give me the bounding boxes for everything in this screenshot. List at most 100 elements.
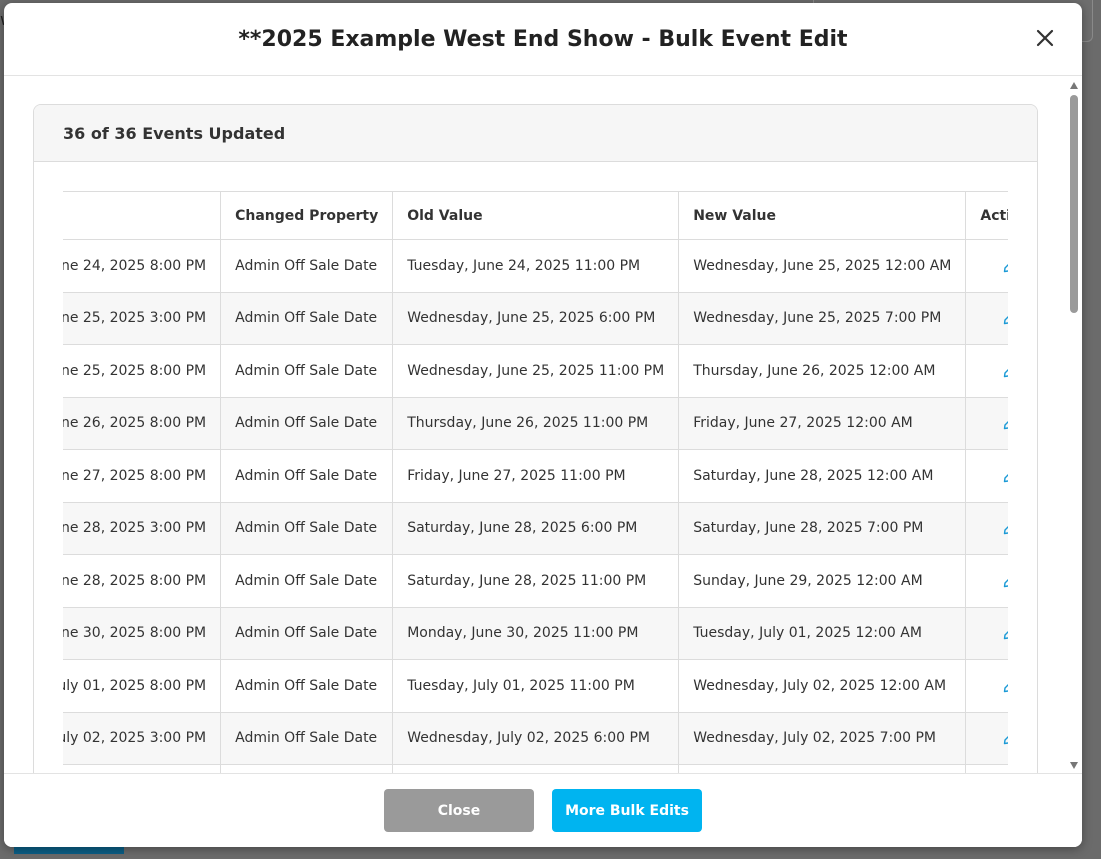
cell-old-value: Tuesday, July 01, 2025 11:00 PM — [392, 659, 680, 713]
bulk-edit-modal: **2025 Example West End Show - Bulk Even… — [4, 3, 1082, 847]
cell-changed-property: Admin Off Sale Date — [220, 659, 394, 713]
cell-new-value — [678, 764, 967, 773]
close-button[interactable]: Close — [384, 789, 534, 832]
cell-new-value: Friday, June 27, 2025 12:00 AM — [678, 396, 967, 450]
modal-title: **2025 Example West End Show - Bulk Even… — [238, 26, 848, 52]
cell-changed-property: Admin Off Sale Date — [220, 606, 394, 660]
table-row: Wednesday, June 25, 2025 3:00 PMAdmin Of… — [63, 291, 1008, 345]
scrollbar-thumb[interactable] — [1070, 95, 1078, 313]
pencil-icon[interactable] — [1003, 259, 1008, 273]
cell-new-value: Saturday, June 28, 2025 7:00 PM — [678, 501, 967, 555]
cell-actions — [965, 711, 1008, 765]
cell-old-value — [392, 764, 680, 773]
cell-new-value: Wednesday, June 25, 2025 12:00 AM — [678, 239, 967, 293]
cell-event-date: Wednesday, July 02, 2025 3:00 PM — [63, 711, 222, 765]
cell-actions — [965, 239, 1008, 293]
cell-event-date — [63, 764, 222, 773]
cell-event-date: Wednesday, June 25, 2025 8:00 PM — [63, 344, 222, 398]
table-row: Monday, June 30, 2025 8:00 PMAdmin Off S… — [63, 606, 1008, 660]
cell-actions — [965, 396, 1008, 450]
cell-event-date: Saturday, June 28, 2025 3:00 PM — [63, 501, 222, 555]
table-scroll-area[interactable]: Changed Property Old Value New Value Act… — [63, 191, 1008, 773]
cell-event-date: Wednesday, June 25, 2025 3:00 PM — [63, 291, 222, 345]
cell-new-value: Wednesday, July 02, 2025 7:00 PM — [678, 711, 967, 765]
panel-header: 36 of 36 Events Updated — [34, 105, 1037, 162]
cell-new-value: Saturday, June 28, 2025 12:00 AM — [678, 449, 967, 503]
header-event-date — [63, 191, 222, 240]
table-row — [63, 764, 1008, 773]
cell-old-value: Tuesday, June 24, 2025 11:00 PM — [392, 239, 680, 293]
pencil-icon[interactable] — [1003, 521, 1008, 535]
table-header-row: Changed Property Old Value New Value Act… — [63, 191, 1008, 240]
cell-actions — [965, 501, 1008, 555]
cell-old-value: Monday, June 30, 2025 11:00 PM — [392, 606, 680, 660]
changes-table: Changed Property Old Value New Value Act… — [63, 191, 1008, 773]
cell-changed-property: Admin Off Sale Date — [220, 239, 394, 293]
panel-title: 36 of 36 Events Updated — [63, 123, 286, 143]
pencil-icon[interactable] — [1003, 731, 1008, 745]
cell-new-value: Wednesday, July 02, 2025 12:00 AM — [678, 659, 967, 713]
pencil-icon[interactable] — [1003, 469, 1008, 483]
cell-changed-property: Admin Off Sale Date — [220, 501, 394, 555]
cell-old-value: Friday, June 27, 2025 11:00 PM — [392, 449, 680, 503]
header-new-value: New Value — [678, 191, 967, 240]
cell-old-value: Saturday, June 28, 2025 6:00 PM — [392, 501, 680, 555]
cell-actions — [965, 764, 1008, 773]
cell-old-value: Wednesday, July 02, 2025 6:00 PM — [392, 711, 680, 765]
results-panel: 36 of 36 Events Updated Changed Property… — [33, 104, 1038, 773]
header-changed-property: Changed Property — [220, 191, 394, 240]
cell-new-value: Wednesday, June 25, 2025 7:00 PM — [678, 291, 967, 345]
modal-header: **2025 Example West End Show - Bulk Even… — [4, 3, 1082, 76]
cell-actions — [965, 449, 1008, 503]
cell-old-value: Wednesday, June 25, 2025 6:00 PM — [392, 291, 680, 345]
cell-changed-property: Admin Off Sale Date — [220, 344, 394, 398]
cell-event-date: Friday, June 27, 2025 8:00 PM — [63, 449, 222, 503]
cell-changed-property: Admin Off Sale Date — [220, 396, 394, 450]
pencil-icon[interactable] — [1003, 416, 1008, 430]
cell-changed-property: Admin Off Sale Date — [220, 291, 394, 345]
pencil-icon[interactable] — [1003, 626, 1008, 640]
cell-new-value: Thursday, June 26, 2025 12:00 AM — [678, 344, 967, 398]
modal-body: 36 of 36 Events Updated Changed Property… — [4, 77, 1066, 773]
scroll-down-arrow-icon[interactable] — [1070, 762, 1078, 769]
cell-actions — [965, 344, 1008, 398]
pencil-icon[interactable] — [1003, 679, 1008, 693]
cell-event-date: Tuesday, June 24, 2025 8:00 PM — [63, 239, 222, 293]
pencil-icon[interactable] — [1003, 364, 1008, 378]
cell-old-value: Wednesday, June 25, 2025 11:00 PM — [392, 344, 680, 398]
table-row: Tuesday, June 24, 2025 8:00 PMAdmin Off … — [63, 239, 1008, 293]
table-row: Tuesday, July 01, 2025 8:00 PMAdmin Off … — [63, 659, 1008, 713]
header-old-value: Old Value — [392, 191, 680, 240]
table-row: Thursday, June 26, 2025 8:00 PMAdmin Off… — [63, 396, 1008, 450]
table-row: Wednesday, July 02, 2025 3:00 PMAdmin Of… — [63, 711, 1008, 765]
cell-old-value: Saturday, June 28, 2025 11:00 PM — [392, 554, 680, 608]
table-row: Friday, June 27, 2025 8:00 PMAdmin Off S… — [63, 449, 1008, 503]
more-bulk-edits-button[interactable]: More Bulk Edits — [552, 789, 702, 832]
cell-event-date: Tuesday, July 01, 2025 8:00 PM — [63, 659, 222, 713]
cell-event-date: Saturday, June 28, 2025 8:00 PM — [63, 554, 222, 608]
cell-changed-property — [220, 764, 394, 773]
cell-new-value: Sunday, June 29, 2025 12:00 AM — [678, 554, 967, 608]
pencil-icon[interactable] — [1003, 574, 1008, 588]
cell-event-date: Monday, June 30, 2025 8:00 PM — [63, 606, 222, 660]
cell-actions — [965, 554, 1008, 608]
table-row: Saturday, June 28, 2025 3:00 PMAdmin Off… — [63, 501, 1008, 555]
close-icon[interactable] — [1034, 27, 1056, 49]
cell-changed-property: Admin Off Sale Date — [220, 449, 394, 503]
cell-actions — [965, 606, 1008, 660]
cell-new-value: Tuesday, July 01, 2025 12:00 AM — [678, 606, 967, 660]
cell-event-date: Thursday, June 26, 2025 8:00 PM — [63, 396, 222, 450]
cell-actions — [965, 291, 1008, 345]
table-row: Saturday, June 28, 2025 8:00 PMAdmin Off… — [63, 554, 1008, 608]
modal-footer: Close More Bulk Edits — [4, 773, 1082, 847]
table-row: Wednesday, June 25, 2025 8:00 PMAdmin Of… — [63, 344, 1008, 398]
cell-changed-property: Admin Off Sale Date — [220, 711, 394, 765]
cell-changed-property: Admin Off Sale Date — [220, 554, 394, 608]
modal-scrollbar[interactable] — [1066, 77, 1082, 773]
pencil-icon[interactable] — [1003, 311, 1008, 325]
scroll-up-arrow-icon[interactable] — [1070, 82, 1078, 89]
header-actions: Actions — [965, 191, 1008, 240]
cell-actions — [965, 659, 1008, 713]
table-body: Tuesday, June 24, 2025 8:00 PMAdmin Off … — [63, 239, 1008, 773]
cell-old-value: Thursday, June 26, 2025 11:00 PM — [392, 396, 680, 450]
